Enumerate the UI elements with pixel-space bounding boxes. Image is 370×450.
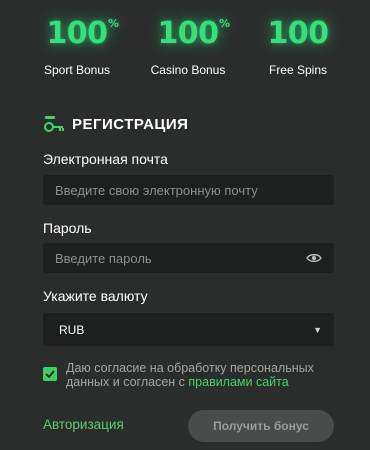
- registration-header: РЕГИСТРАЦИЯ: [43, 113, 188, 135]
- currency-select[interactable]: RUB ▼: [43, 313, 334, 346]
- free-spins: 100 Free Spins: [238, 14, 358, 77]
- email-placeholder: Введите свою электронную почту: [55, 182, 258, 198]
- password-field[interactable]: Введите пароль: [43, 243, 334, 273]
- eye-icon[interactable]: [306, 252, 322, 264]
- sport-bonus-caption: Sport Bonus: [43, 63, 111, 77]
- password-placeholder: Введите пароль: [55, 250, 152, 266]
- site-rules-link[interactable]: правилами сайта: [188, 375, 288, 389]
- casino-bonus-percent: %: [219, 17, 230, 30]
- free-spins-value: 100: [267, 16, 329, 51]
- login-link[interactable]: Авторизация: [43, 417, 124, 432]
- checkmark-icon: [45, 370, 55, 378]
- currency-label: Укажите валюту: [43, 288, 148, 304]
- registration-title: РЕГИСТРАЦИЯ: [72, 115, 189, 133]
- sport-bonus: 100% Sport Bonus: [17, 14, 137, 77]
- sport-bonus-value: 100%: [46, 16, 119, 51]
- key-icon: [44, 116, 64, 132]
- casino-bonus-caption: Casino Bonus: [150, 63, 226, 77]
- consent-text: Даю согласие на обработку персональных д…: [66, 361, 314, 389]
- password-label: Пароль: [43, 220, 92, 236]
- chevron-down-icon: ▼: [313, 324, 322, 335]
- consent-checkbox[interactable]: [43, 367, 57, 381]
- currency-value: RUB: [59, 322, 85, 337]
- email-label: Электронная почта: [43, 151, 168, 167]
- free-spins-caption: Free Spins: [268, 63, 328, 77]
- casino-bonus-value: 100%: [157, 16, 230, 51]
- get-bonus-button[interactable]: Получить бонус: [188, 410, 334, 442]
- casino-bonus: 100% Casino Bonus: [128, 14, 248, 77]
- email-field[interactable]: Введите свою электронную почту: [43, 175, 334, 205]
- sport-bonus-percent: %: [108, 17, 119, 30]
- bonus-summary: 100% Sport Bonus 100% Casino Bonus 100 F…: [0, 14, 370, 84]
- consent-row: Даю согласие на обработку персональных д…: [43, 361, 338, 389]
